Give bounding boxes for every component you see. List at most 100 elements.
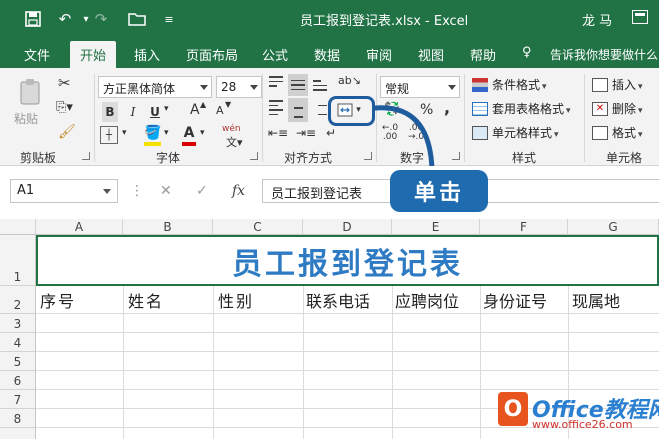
name-box[interactable]: A1 bbox=[10, 179, 118, 203]
number-launcher-icon[interactable] bbox=[452, 152, 460, 160]
row-header[interactable]: 7 bbox=[0, 390, 36, 409]
phonetic-button[interactable]: wén bbox=[222, 124, 241, 134]
open-folder-icon[interactable] bbox=[126, 9, 148, 29]
row-header[interactable]: 4 bbox=[0, 333, 36, 352]
customize-qat-icon[interactable]: ≡ bbox=[158, 9, 180, 29]
tell-me-search[interactable]: 告诉我你想要做什么 bbox=[550, 46, 658, 63]
font-size-combo[interactable]: 28 bbox=[216, 76, 262, 98]
clipboard-launcher-icon[interactable] bbox=[82, 152, 90, 160]
cells-group-label: 单元格 bbox=[606, 151, 643, 165]
select-all-corner[interactable] bbox=[0, 219, 36, 235]
wrap-text-icon[interactable]: ↵ bbox=[326, 126, 336, 140]
paste-icon[interactable] bbox=[16, 76, 46, 108]
ribbon-display-options-icon[interactable] bbox=[632, 10, 648, 24]
format-cells-button[interactable]: 格式 bbox=[592, 124, 643, 141]
tab-formulas[interactable]: 公式 bbox=[262, 45, 288, 64]
align-right-icon[interactable] bbox=[312, 100, 328, 115]
paste-button[interactable]: 粘贴 bbox=[14, 110, 38, 127]
format-painter-icon[interactable]: 🖌 bbox=[58, 124, 76, 140]
cancel-icon[interactable]: ✕ bbox=[160, 183, 172, 199]
insert-cells-button[interactable]: 插入 bbox=[592, 76, 643, 93]
undo-icon[interactable]: ↶ bbox=[54, 9, 76, 29]
row-header[interactable]: 2 bbox=[0, 286, 36, 314]
gridline bbox=[123, 286, 124, 439]
column-header[interactable]: F bbox=[480, 219, 568, 235]
row-header[interactable]: 3 bbox=[0, 314, 36, 333]
align-bottom-icon[interactable] bbox=[312, 80, 328, 91]
cell-a1-title[interactable]: 员工报到登记表 bbox=[36, 235, 659, 286]
align-center-icon[interactable] bbox=[288, 98, 308, 122]
gridline bbox=[36, 332, 659, 333]
delete-cells-button[interactable]: ✕ 删除 bbox=[592, 100, 643, 117]
cell-styles-button[interactable]: 单元格样式 bbox=[472, 124, 559, 141]
cut-icon[interactable]: ✂ bbox=[58, 74, 71, 92]
cell-header[interactable]: 现属地 bbox=[572, 288, 620, 311]
row-header[interactable]: 1 bbox=[0, 235, 36, 286]
conditional-formatting-button[interactable]: 条件格式 bbox=[472, 76, 547, 93]
italic-button[interactable]: I bbox=[126, 102, 140, 122]
tab-data[interactable]: 数据 bbox=[314, 45, 340, 64]
save-icon[interactable] bbox=[22, 9, 44, 29]
cell-header[interactable]: 应聘岗位 bbox=[395, 288, 459, 311]
user-name[interactable]: 龙 马 bbox=[582, 10, 612, 29]
cell-header[interactable]: 序号 bbox=[40, 288, 76, 311]
column-header[interactable]: B bbox=[123, 219, 213, 235]
column-header[interactable]: C bbox=[213, 219, 303, 235]
tab-insert[interactable]: 插入 bbox=[134, 45, 160, 64]
insert-cells-label: 插入 bbox=[612, 76, 643, 93]
fill-color-icon[interactable]: 🪣 bbox=[144, 124, 162, 146]
tab-view[interactable]: 视图 bbox=[418, 45, 444, 64]
orientation-icon[interactable]: ab↘ bbox=[338, 74, 361, 87]
borders-icon[interactable]: ┼ bbox=[100, 126, 118, 144]
number-format-combo[interactable]: 常规 bbox=[380, 76, 460, 98]
shrink-font-button[interactable]: A bbox=[216, 104, 224, 117]
bold-button[interactable]: B bbox=[102, 102, 118, 122]
cell-header[interactable]: 性别 bbox=[218, 288, 254, 311]
row-header[interactable]: 8 bbox=[0, 409, 36, 428]
align-middle-icon[interactable] bbox=[288, 74, 308, 96]
formula-value: 员工报到登记表 bbox=[271, 187, 363, 202]
tab-page-layout[interactable]: 页面布局 bbox=[186, 45, 238, 64]
font-name-combo[interactable]: 方正黑体简体 bbox=[98, 76, 212, 98]
cell-styles-icon bbox=[472, 125, 488, 140]
gridline bbox=[36, 351, 659, 352]
align-top-icon[interactable] bbox=[268, 76, 284, 87]
column-header[interactable]: D bbox=[303, 219, 392, 235]
cell-header[interactable]: 身份证号 bbox=[483, 288, 547, 311]
tab-help[interactable]: 帮助 bbox=[470, 45, 496, 64]
underline-dropdown-icon[interactable]: ▾ bbox=[164, 104, 169, 114]
watermark: O Office教程网 www.office26.com bbox=[490, 386, 659, 439]
font-color-dropdown-icon[interactable]: ▾ bbox=[200, 128, 205, 138]
align-left-icon[interactable] bbox=[268, 100, 284, 115]
underline-button[interactable]: U bbox=[148, 102, 162, 122]
column-header[interactable]: A bbox=[36, 219, 123, 235]
row-header[interactable] bbox=[0, 428, 36, 439]
tab-home[interactable]: 开始 bbox=[70, 41, 117, 68]
increase-indent-icon[interactable]: ⇥≡ bbox=[296, 126, 316, 140]
redo-icon[interactable]: ↷ bbox=[90, 9, 112, 29]
row-header[interactable]: 5 bbox=[0, 352, 36, 371]
font-color-icon[interactable]: A bbox=[182, 124, 196, 146]
grow-font-button[interactable]: A bbox=[190, 102, 200, 118]
gridline bbox=[392, 286, 393, 439]
format-cells-label: 格式 bbox=[612, 124, 643, 141]
column-header[interactable]: E bbox=[392, 219, 480, 235]
fill-color-dropdown-icon[interactable]: ▾ bbox=[164, 128, 169, 138]
cell-header[interactable]: 联系电话 bbox=[306, 288, 370, 311]
decrease-indent-icon[interactable]: ⇤≡ bbox=[268, 126, 288, 140]
tab-review[interactable]: 审阅 bbox=[366, 45, 392, 64]
enter-icon[interactable]: ✓ bbox=[196, 183, 208, 199]
insert-function-button[interactable]: fx bbox=[232, 183, 245, 199]
shrink-font-icon: ▼ bbox=[225, 100, 232, 109]
column-header[interactable]: G bbox=[568, 219, 659, 235]
watermark-url: www.office26.com bbox=[532, 418, 633, 431]
tab-file[interactable]: 文件 bbox=[24, 45, 50, 64]
copy-icon[interactable]: ⎘▾ bbox=[56, 100, 73, 115]
font-launcher-icon[interactable] bbox=[250, 152, 258, 160]
borders-dropdown-icon[interactable]: ▾ bbox=[122, 128, 127, 138]
divider bbox=[464, 74, 465, 162]
row-header[interactable]: 6 bbox=[0, 371, 36, 390]
insert-cells-icon bbox=[592, 77, 608, 92]
format-as-table-button[interactable]: 套用表格格式 bbox=[472, 100, 571, 117]
cell-header[interactable]: 姓名 bbox=[128, 288, 164, 311]
